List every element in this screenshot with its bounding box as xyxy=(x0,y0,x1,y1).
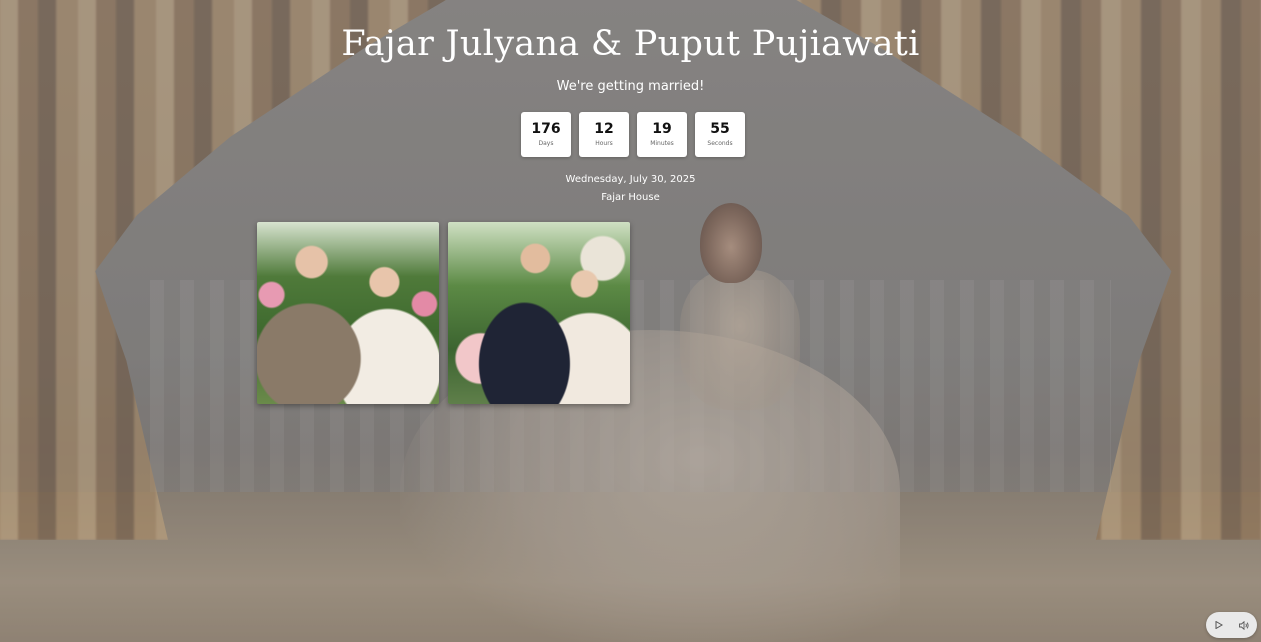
countdown-hours: 12 Hours xyxy=(579,112,629,157)
minutes-value: 19 xyxy=(652,121,672,137)
play-button[interactable] xyxy=(1211,617,1227,633)
countdown-timer: 176 Days 12 Hours 19 Minutes 55 Seconds xyxy=(521,112,745,157)
couple-photo-1[interactable] xyxy=(257,222,439,404)
play-icon xyxy=(1215,621,1223,629)
background-scene xyxy=(0,0,1261,642)
seconds-label: Seconds xyxy=(707,140,733,147)
hours-value: 12 xyxy=(594,121,614,137)
couple-names-title: Fajar Julyana & Puput Pujiawati xyxy=(341,24,920,64)
countdown-seconds: 55 Seconds xyxy=(695,112,745,157)
event-date: Wednesday, July 30, 2025 xyxy=(565,174,696,185)
volume-button[interactable] xyxy=(1236,617,1252,633)
seconds-value: 55 xyxy=(710,121,730,137)
days-label: Days xyxy=(538,140,554,147)
countdown-days: 176 Days xyxy=(521,112,571,157)
minutes-label: Minutes xyxy=(650,140,674,147)
days-value: 176 xyxy=(531,121,561,137)
dark-overlay xyxy=(0,0,1261,642)
photo-gallery xyxy=(257,222,630,404)
couple-photo-2[interactable] xyxy=(448,222,630,404)
music-controls xyxy=(1206,612,1257,638)
tagline: We're getting married! xyxy=(556,79,705,94)
countdown-minutes: 19 Minutes xyxy=(637,112,687,157)
volume-icon xyxy=(1239,620,1249,630)
hours-label: Hours xyxy=(595,140,613,147)
event-venue: Fajar House xyxy=(601,192,660,203)
